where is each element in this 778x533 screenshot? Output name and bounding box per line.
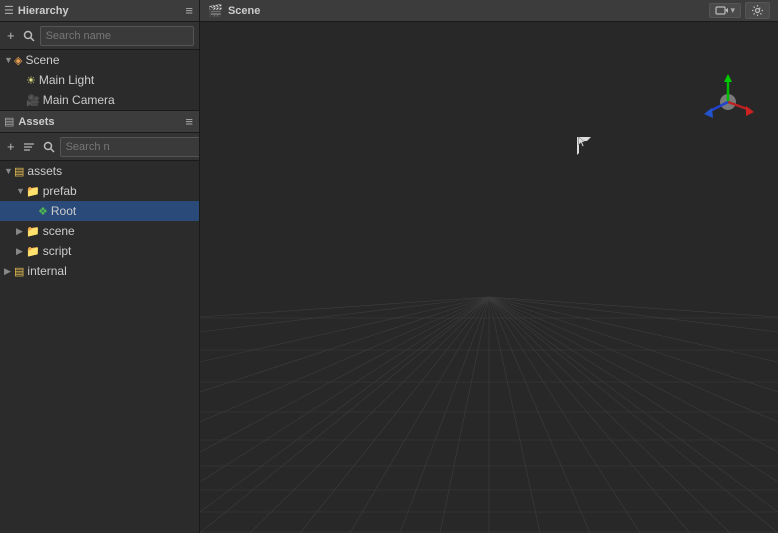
hierarchy-main-light[interactable]: ☀ Main Light [0,70,199,90]
hierarchy-section: ☰ Hierarchy ≡ + [0,0,199,111]
script-folder-label: script [43,244,72,258]
hierarchy-menu-icon[interactable]: ≡ [183,3,195,18]
assets-root-icon: ▤ [14,165,24,178]
assets-icon: ▤ [4,115,14,128]
left-panel: ☰ Hierarchy ≡ + [0,0,200,533]
hierarchy-toolbar: + [0,22,199,50]
scene-viewport[interactable] [200,22,778,533]
hierarchy-tree: ▼ ◈ Scene ☀ Main Light 🎥 Main Camera [0,50,199,110]
scene-root-label: Scene [25,53,59,67]
hierarchy-scene-root[interactable]: ▼ ◈ Scene [0,50,199,70]
hierarchy-main-camera[interactable]: 🎥 Main Camera [0,90,199,110]
main-light-label: Main Light [39,73,94,87]
assets-sort-button[interactable] [20,139,38,155]
root-prefab-icon: ❖ [38,205,48,218]
assets-menu-icon[interactable]: ≡ [183,114,195,129]
scene-grid-svg [200,22,778,533]
prefab-folder-label: prefab [43,184,77,198]
script-folder-icon: 📁 [26,245,40,258]
scene-panel: 🎬 Scene ▾ [200,0,778,533]
internal-folder-icon: ▤ [14,265,24,278]
assets-toolbar: + [0,133,199,161]
scene-panel-title: Scene [228,5,710,17]
root-prefab-label: Root [51,204,76,218]
assets-header: ▤ Assets ≡ [0,111,199,133]
assets-item-root[interactable]: ❖ Root [0,201,199,221]
hierarchy-title: Hierarchy [18,5,184,17]
orientation-gizmo [698,72,758,132]
assets-tree: ▼ ▤ assets ▼ 📁 prefab ❖ Root [0,161,199,533]
scene-panel-icon: 🎬 [208,4,223,18]
hierarchy-add-button[interactable]: + [4,26,18,45]
hierarchy-icon: ☰ [4,4,14,17]
assets-search-input[interactable] [60,137,199,157]
hierarchy-search-input[interactable] [40,26,194,46]
assets-folder-scene[interactable]: ▶ 📁 scene [0,221,199,241]
scene-controls: ▾ [709,2,770,19]
assets-section: ▤ Assets ≡ + [0,111,199,533]
hierarchy-header: ☰ Hierarchy ≡ [0,0,199,22]
main-camera-label: Main Camera [43,93,115,107]
main-light-icon: ☀ [26,74,36,87]
scene-expand-arrow: ▼ [4,55,14,65]
prefab-folder-icon: 📁 [26,185,40,198]
assets-folder-internal[interactable]: ▶ ▤ internal [0,261,199,281]
assets-root-label: assets [27,164,62,178]
assets-folder-prefab[interactable]: ▼ 📁 prefab [0,181,199,201]
scene-camera-button[interactable]: ▾ [709,3,741,18]
scene-folder-label: scene [43,224,75,238]
internal-folder-label: internal [27,264,66,278]
assets-folder-script[interactable]: ▶ 📁 script [0,241,199,261]
assets-folder-assets[interactable]: ▼ ▤ assets [0,161,199,181]
scene-header: 🎬 Scene ▾ [200,0,778,22]
scene-folder-icon: 📁 [26,225,40,238]
assets-add-button[interactable]: + [4,137,18,156]
assets-search-toggle[interactable] [40,139,58,155]
camera-dropdown-arrow: ▾ [730,5,735,16]
scene-root-icon: ◈ [14,54,22,67]
hierarchy-search-toggle[interactable] [20,28,38,44]
gizmo-svg [698,72,758,132]
assets-title: Assets [18,116,183,128]
main-camera-icon: 🎥 [26,94,40,107]
scene-settings-button[interactable] [745,2,770,19]
